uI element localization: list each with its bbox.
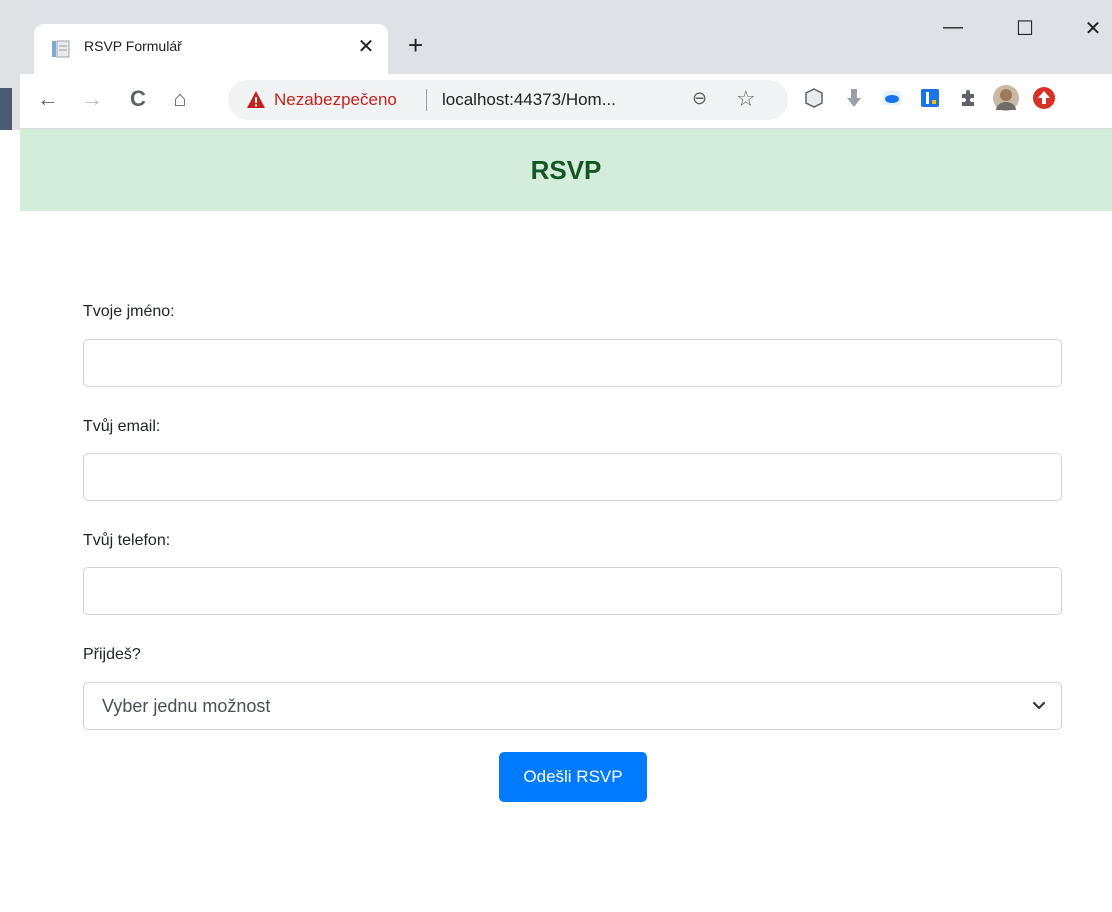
profile-avatar-icon[interactable] <box>992 84 1020 112</box>
puzzle-extensions-icon[interactable] <box>956 86 980 110</box>
new-tab-button[interactable]: + <box>408 30 423 61</box>
back-arrow-icon[interactable]: ← <box>34 86 62 112</box>
page-title: RSVP <box>530 154 602 185</box>
page-header: RSVP <box>20 129 1112 211</box>
security-status[interactable]: Nezabezpečeno <box>274 90 397 110</box>
maximize-button[interactable]: ☐ <box>1010 16 1040 41</box>
tab-bar: RSVP Formulář ✕ + — ☐ ✕ <box>20 0 1112 74</box>
email-input[interactable] <box>83 453 1062 501</box>
minimize-button[interactable]: — <box>938 16 968 39</box>
home-icon[interactable]: ⌂ <box>166 86 194 112</box>
bookmark-extension-icon[interactable] <box>918 86 942 110</box>
bookmark-star-icon[interactable]: ☆ <box>736 86 756 112</box>
cloud-extension-icon[interactable] <box>880 86 904 110</box>
chevron-down-icon <box>1032 701 1046 710</box>
tab-close-icon[interactable]: ✕ <box>354 34 378 59</box>
shield-extension-icon[interactable] <box>802 86 826 110</box>
attend-select[interactable]: Vyber jednu možnost <box>83 682 1062 730</box>
attend-select-value: Vyber jednu možnost <box>102 696 271 716</box>
close-window-button[interactable]: ✕ <box>1078 16 1108 41</box>
warning-icon <box>247 91 265 108</box>
reload-icon[interactable]: C <box>124 86 152 112</box>
phone-input[interactable] <box>83 567 1062 615</box>
zoom-icon[interactable]: ⊖ <box>692 88 707 109</box>
phone-label: Tvůj telefon: <box>83 532 171 549</box>
browser-toolbar: ← → C ⌂ Nezabezpečeno localhost:44373/Ho… <box>20 74 1112 129</box>
browser-window: RSVP Formulář ✕ + — ☐ ✕ ← → C ⌂ Nezabezp… <box>20 0 1112 912</box>
page-favicon-icon <box>52 40 70 58</box>
address-bar[interactable]: Nezabezpečeno localhost:44373/Hom... ⊖ ☆ <box>228 80 788 120</box>
tab-rsvp[interactable]: RSVP Formulář ✕ <box>34 24 388 74</box>
url-text[interactable]: localhost:44373/Hom... <box>442 90 616 110</box>
name-label: Tvoje jméno: <box>83 303 175 320</box>
address-divider <box>426 89 427 111</box>
update-extension-icon[interactable] <box>1032 86 1056 110</box>
tab-title: RSVP Formulář <box>84 38 182 54</box>
name-input[interactable] <box>83 339 1062 387</box>
download-arrow-icon[interactable] <box>842 86 866 110</box>
submit-rsvp-button[interactable]: Odešli RSVP <box>499 752 647 802</box>
attend-label: Přijdeš? <box>83 646 141 663</box>
forward-arrow-icon[interactable]: → <box>78 86 106 112</box>
email-label: Tvůj email: <box>83 418 161 435</box>
background-window-edge <box>0 0 21 912</box>
